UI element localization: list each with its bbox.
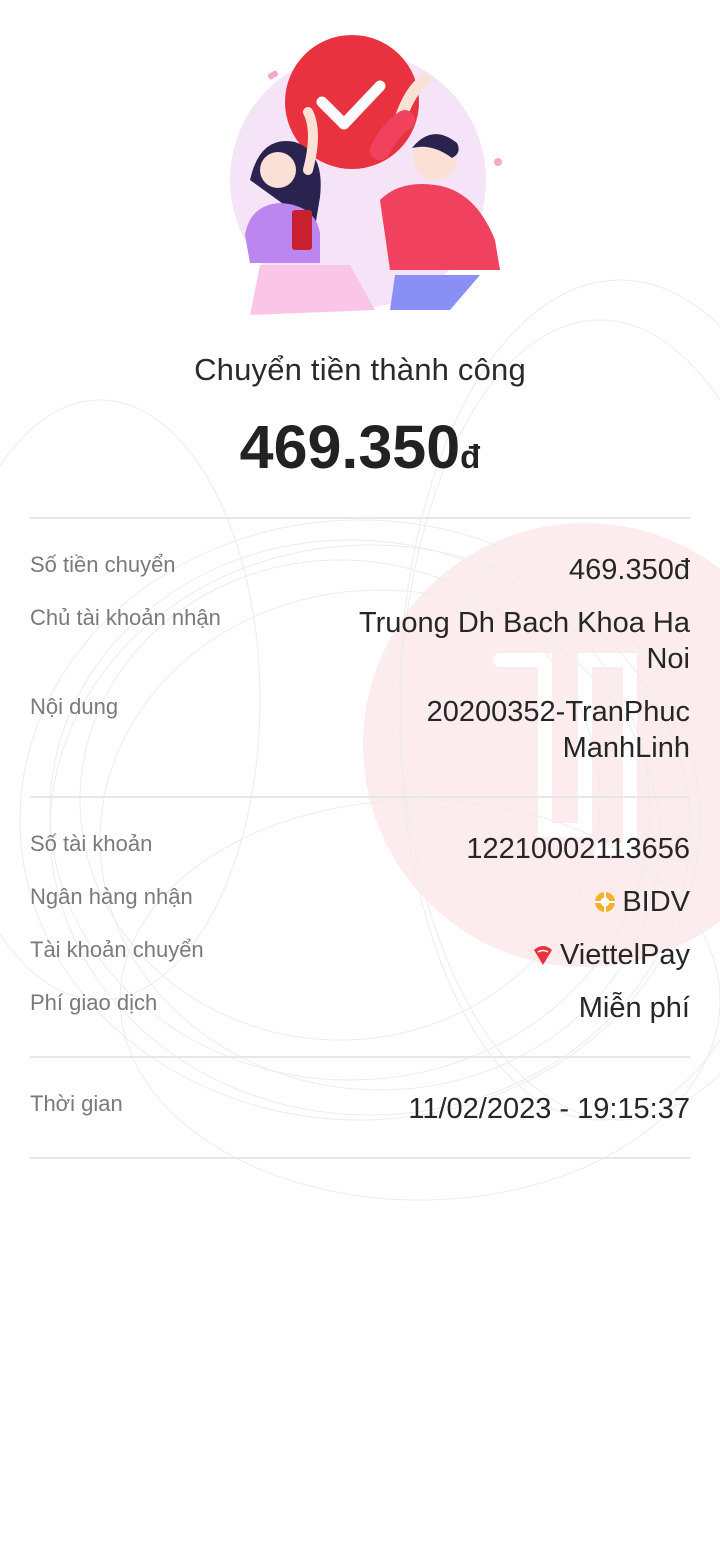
source-account-value: ViettelPay bbox=[330, 937, 690, 975]
content-label: Nội dung bbox=[30, 694, 119, 719]
source-account-label: Tài khoản chuyển bbox=[30, 937, 204, 962]
viettelpay-logo-icon bbox=[533, 946, 552, 965]
bank-value: BIDV bbox=[330, 884, 690, 922]
content-line-1: 20200352-TranPhuc bbox=[426, 696, 690, 728]
bank-name: BIDV bbox=[622, 886, 690, 918]
recipient-value: Truong Dh Bach Khoa Ha Noi bbox=[330, 605, 690, 677]
account-number-label: Số tài khoản bbox=[30, 831, 153, 856]
bank-label: Ngân hàng nhận bbox=[30, 884, 193, 909]
amount-value: 469.350 bbox=[239, 413, 461, 481]
time-label: Thời gian bbox=[30, 1091, 123, 1116]
divider bbox=[30, 517, 690, 519]
recipient-line-2: Noi bbox=[646, 643, 690, 675]
divider bbox=[30, 796, 690, 798]
source-account-name: ViettelPay bbox=[559, 939, 690, 971]
amount-detail-value: 469.350đ bbox=[569, 554, 690, 586]
divider bbox=[30, 1056, 690, 1058]
amount-currency: đ bbox=[460, 438, 481, 475]
confetti-piece bbox=[267, 70, 279, 80]
fee-label: Phí giao dịch bbox=[30, 990, 158, 1015]
content-line-2: ManhLinh bbox=[562, 732, 690, 764]
fee-value: Miễn phí bbox=[578, 992, 690, 1024]
account-number-value: 12210002113656 bbox=[466, 833, 690, 865]
divider bbox=[30, 1157, 690, 1159]
content-value: 20200352-TranPhuc ManhLinh bbox=[330, 694, 690, 766]
time-value: 11/02/2023 - 19:15:37 bbox=[408, 1093, 690, 1125]
recipient-line-1: Truong Dh Bach Khoa Ha bbox=[358, 607, 690, 639]
amount-label: Số tiền chuyển bbox=[30, 552, 176, 577]
recipient-label: Chủ tài khoản nhận bbox=[30, 605, 221, 630]
status-title: Chuyển tiền thành công bbox=[194, 352, 526, 387]
confetti-dot bbox=[494, 158, 502, 166]
bidv-logo-icon bbox=[595, 892, 616, 912]
transfer-amount: 469.350đ bbox=[0, 412, 720, 482]
success-illustration bbox=[230, 35, 502, 315]
